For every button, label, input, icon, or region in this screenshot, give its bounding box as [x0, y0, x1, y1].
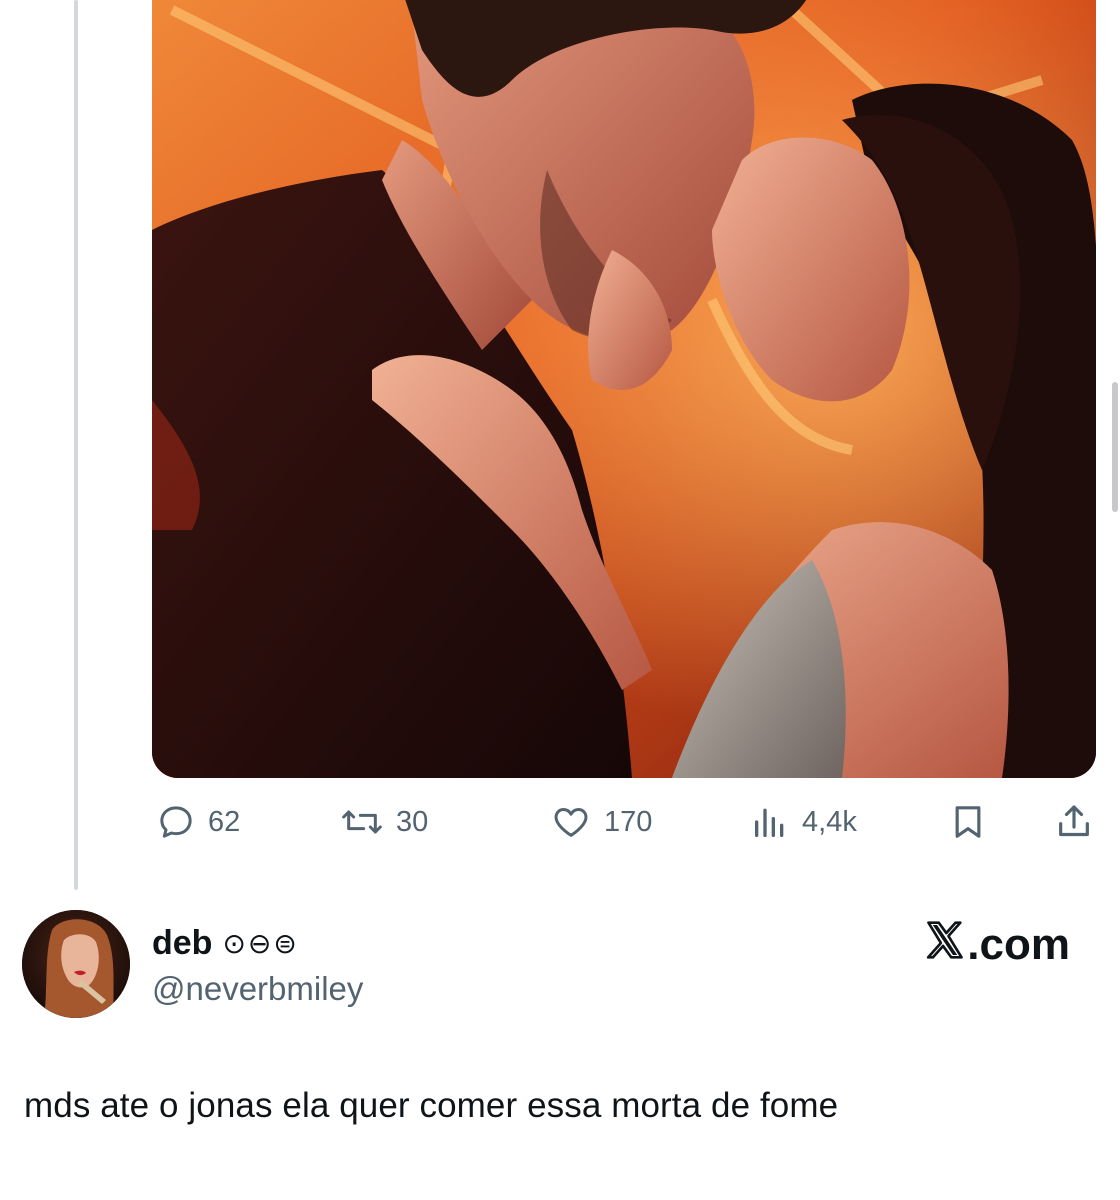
badge-2: ⊖ — [247, 928, 272, 959]
reply-button[interactable]: 62 — [156, 800, 240, 844]
retweet-button[interactable]: 30 — [340, 800, 428, 844]
tweet-image[interactable] — [152, 0, 1096, 778]
like-button[interactable]: 170 — [550, 800, 652, 844]
display-name-text: deb — [152, 924, 213, 962]
share-icon — [1054, 802, 1094, 842]
brand-watermark: .com — [925, 920, 1070, 970]
quote-text: mds ate o jonas ela quer comer essa mort… — [24, 1086, 839, 1125]
avatar[interactable] — [22, 910, 130, 1018]
share-button[interactable] — [1054, 800, 1094, 844]
tweet-actions: 62 30 170 4,4k — [152, 800, 1096, 848]
brand-text: .com — [967, 920, 1070, 969]
views-button[interactable]: 4,4k — [750, 800, 857, 844]
badge-3: ⊜ — [273, 928, 297, 959]
like-count: 170 — [604, 805, 653, 838]
user-handle[interactable]: @neverbmiley — [152, 970, 363, 1008]
views-count: 4,4k — [802, 805, 857, 838]
badge-1: ⊙ — [222, 928, 246, 959]
thread-line — [74, 0, 78, 890]
name-badges: ⊙ ⊖ ⊜ — [222, 927, 296, 960]
retweet-icon — [340, 802, 384, 842]
reply-icon — [156, 802, 196, 842]
reply-count: 62 — [208, 805, 241, 838]
views-icon — [750, 802, 790, 842]
display-name[interactable]: deb ⊙ ⊖ ⊜ — [152, 924, 297, 963]
quote-header: deb ⊙ ⊖ ⊜ @neverbmiley .com — [22, 910, 1102, 1030]
bookmark-icon — [948, 802, 988, 842]
like-icon — [550, 802, 592, 842]
retweet-count: 30 — [396, 805, 429, 838]
scrollbar[interactable] — [1112, 382, 1118, 512]
bookmark-button[interactable] — [948, 800, 988, 844]
x-logo-icon — [925, 920, 965, 970]
